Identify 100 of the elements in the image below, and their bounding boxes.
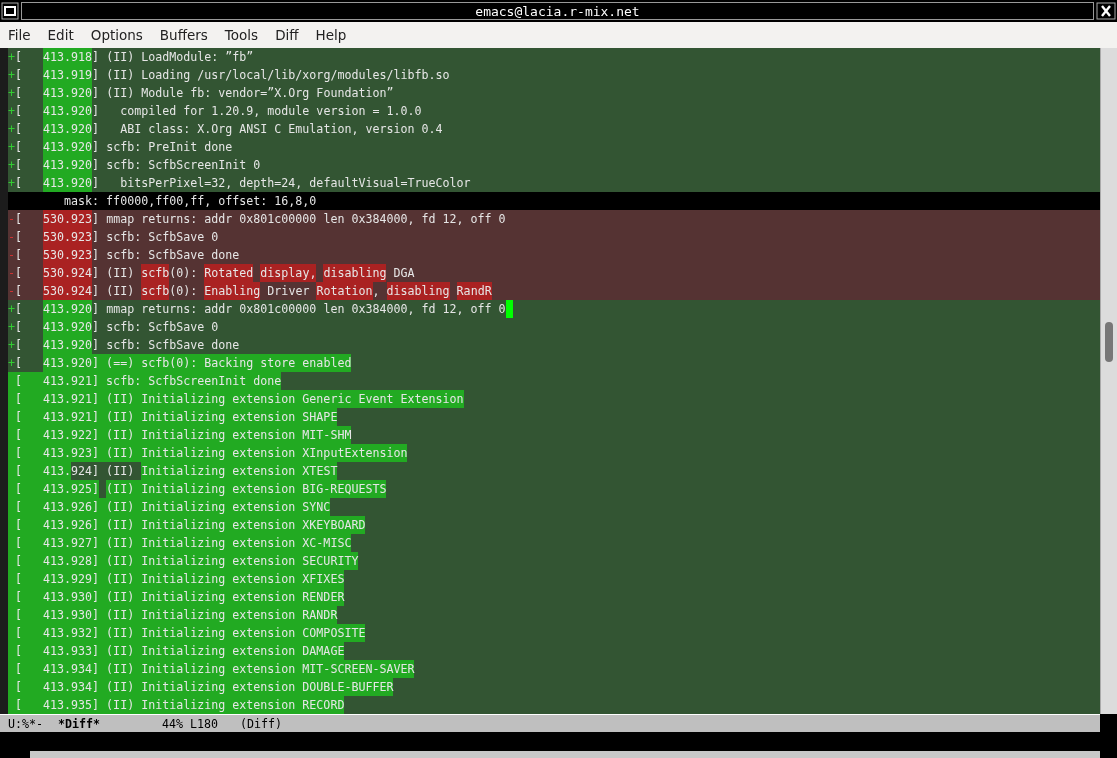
code-text: [ bbox=[15, 319, 23, 336]
code-text: [ 413.933] (II) Initializing extension DAMAGE bbox=[8, 642, 345, 660]
menu-item[interactable]: Tools bbox=[224, 27, 259, 43]
code-text: [ bbox=[15, 103, 23, 120]
code-text: [ 413.927] (II) Initializing extension XC-MISC bbox=[8, 534, 352, 552]
window-menu-icon[interactable] bbox=[1, 2, 19, 20]
code-text: disabling bbox=[386, 282, 450, 300]
code-text: ] (II) bbox=[92, 283, 136, 300]
code-text: [ bbox=[15, 301, 23, 318]
menu-item[interactable]: Edit bbox=[47, 27, 74, 43]
code-text: ] scfb: ScfbSave 0 bbox=[92, 319, 219, 336]
code-text: [ bbox=[15, 229, 23, 246]
horizontal-scrollbar[interactable] bbox=[30, 751, 1100, 758]
close-icon[interactable] bbox=[1096, 2, 1116, 20]
code-text: 413.920 bbox=[43, 300, 93, 318]
code-text: 413.920 bbox=[43, 84, 93, 102]
code-text: 413.920 bbox=[43, 336, 93, 354]
diff-marker: - bbox=[8, 283, 15, 300]
code-text: [ 413.926] (II) Initializing extension SYNC bbox=[8, 498, 331, 516]
code-text: [ 413.929] (II) Initializing extension XFIXES bbox=[8, 570, 345, 588]
diff-marker: + bbox=[8, 67, 15, 84]
scrollbar-thumb[interactable] bbox=[1105, 322, 1113, 362]
code-text: [ bbox=[15, 157, 23, 174]
code-text: Rotation bbox=[316, 282, 373, 300]
menu-item[interactable]: Help bbox=[315, 27, 347, 43]
code-text: ] mmap returns: addr 0x801c00000 len 0x384000, fd 12, off 0 bbox=[92, 211, 506, 228]
code-text: 530.924 bbox=[43, 282, 93, 300]
code-text: 924] (II) bbox=[71, 463, 136, 480]
code-text: ] (II) Loading /usr/local/lib/xorg/modules/libfb.so bbox=[92, 67, 450, 84]
code-text: 413.920 bbox=[43, 120, 93, 138]
code-text: Initializing extension XTEST bbox=[141, 462, 338, 480]
code-text: ] compiled for 1.20.9, module version = 1.0.0 bbox=[92, 103, 422, 120]
code-text: ] mmap returns: addr 0x801c00000 len 0x384000, fd 12, off 0 bbox=[92, 301, 506, 318]
code-text: 413.920] (==) scfb(0): Backing store enabled bbox=[43, 354, 352, 372]
code-text: [ 413.922] (II) Initializing extension MIT-SHM bbox=[8, 426, 352, 444]
menu-item[interactable]: Diff bbox=[275, 27, 299, 43]
code-text: [ 413.928] (II) Initializing extension SECURITY bbox=[8, 552, 359, 570]
menu-item[interactable]: Options bbox=[90, 27, 143, 43]
diff-marker: + bbox=[8, 175, 15, 192]
diff-marker: + bbox=[8, 157, 15, 174]
code-text: display, bbox=[260, 264, 317, 282]
code-text: ] scfb: ScfbSave done bbox=[92, 337, 240, 354]
code-text: 530.923 bbox=[43, 228, 93, 246]
code-text: 413.920 bbox=[43, 138, 93, 156]
code-text: [ 413.935] (II) Initializing extension RECORD bbox=[8, 696, 345, 714]
code-text: ] scfb: ScfbSave done bbox=[92, 247, 240, 264]
code-text: 530.924 bbox=[43, 264, 93, 282]
code-text: [ bbox=[15, 247, 23, 264]
diff-marker: + bbox=[8, 49, 15, 66]
code-text: ] ABI class: X.Org ANSI C Emulation, version 0.4 bbox=[92, 121, 443, 138]
code-text: RandR bbox=[456, 282, 492, 300]
code-text: 413.920 bbox=[43, 174, 93, 192]
diff-marker: + bbox=[8, 85, 15, 102]
code-text: [ 413. bbox=[8, 462, 72, 480]
code-text: [ bbox=[15, 211, 23, 228]
code-text: ] scfb: PreInit done bbox=[92, 139, 233, 156]
diff-marker: - bbox=[8, 265, 15, 282]
code-text: [ 413.932] (II) Initializing extension COMPOSITE bbox=[8, 624, 366, 642]
diff-marker: + bbox=[8, 301, 15, 318]
code-text: [ 413.930] (II) Initializing extension RANDR bbox=[8, 606, 338, 624]
menu-item[interactable]: Buffers bbox=[159, 27, 208, 43]
code-text: [ bbox=[15, 139, 23, 156]
code-text: (0): bbox=[169, 265, 199, 282]
code-text: ] (II) LoadModule: ”fb” bbox=[92, 49, 254, 66]
code-text: [ bbox=[15, 85, 23, 102]
diff-marker: + bbox=[8, 319, 15, 336]
code-text: Enabling bbox=[204, 282, 261, 300]
scrollbar[interactable] bbox=[1100, 48, 1117, 714]
code-text: [ bbox=[15, 67, 23, 84]
diff-marker: + bbox=[8, 121, 15, 138]
code-text: scfb bbox=[141, 282, 170, 300]
code-text: ] scfb: ScfbSave 0 bbox=[92, 229, 219, 246]
code-text: 530.923 bbox=[43, 210, 93, 228]
code-text: 413.918 bbox=[43, 48, 93, 66]
code-text: [ 413.934] (II) Initializing extension DOUBLE-BUFFER bbox=[8, 678, 394, 696]
code-text: mask: ff0000,ff00,ff, offset: 16,8,0 bbox=[63, 193, 317, 210]
menu-item[interactable]: File bbox=[8, 27, 31, 43]
diff-marker: - bbox=[8, 229, 15, 246]
code-text: [ 413.921] scfb: ScfbScreenInit done bbox=[8, 372, 282, 390]
code-text: Rotated bbox=[204, 264, 254, 282]
code-text: (II) Initializing extension BIG-REQUESTS bbox=[106, 480, 387, 498]
diff-marker: + bbox=[8, 355, 15, 372]
code-text: [ bbox=[15, 121, 23, 138]
code-text: [ 413.921] (II) Initializing extension SHAPE bbox=[8, 408, 338, 426]
code-text: disabling bbox=[323, 264, 387, 282]
code-text: ] bitsPerPixel=32, depth=24, defaultVisual=TrueColor bbox=[92, 175, 471, 192]
diff-marker: + bbox=[8, 139, 15, 156]
diff-marker: + bbox=[8, 103, 15, 120]
code-text: 413.920 bbox=[43, 102, 93, 120]
code-text: ] scfb: ScfbScreenInit 0 bbox=[92, 157, 261, 174]
code-text: Driver bbox=[266, 283, 311, 300]
code-text: [ 413.925] bbox=[8, 480, 100, 498]
code-text: [ bbox=[15, 175, 23, 192]
code-text: ] (II) Module fb: vendor=”X.Org Foundation” bbox=[92, 85, 394, 102]
code-text: [ bbox=[15, 49, 23, 66]
code-text: [ bbox=[15, 283, 23, 300]
code-text: (0): bbox=[169, 283, 199, 300]
code-text: 413.919 bbox=[43, 66, 93, 84]
code-text: ] (II) bbox=[92, 265, 136, 282]
code-text: 413.920 bbox=[43, 318, 93, 336]
